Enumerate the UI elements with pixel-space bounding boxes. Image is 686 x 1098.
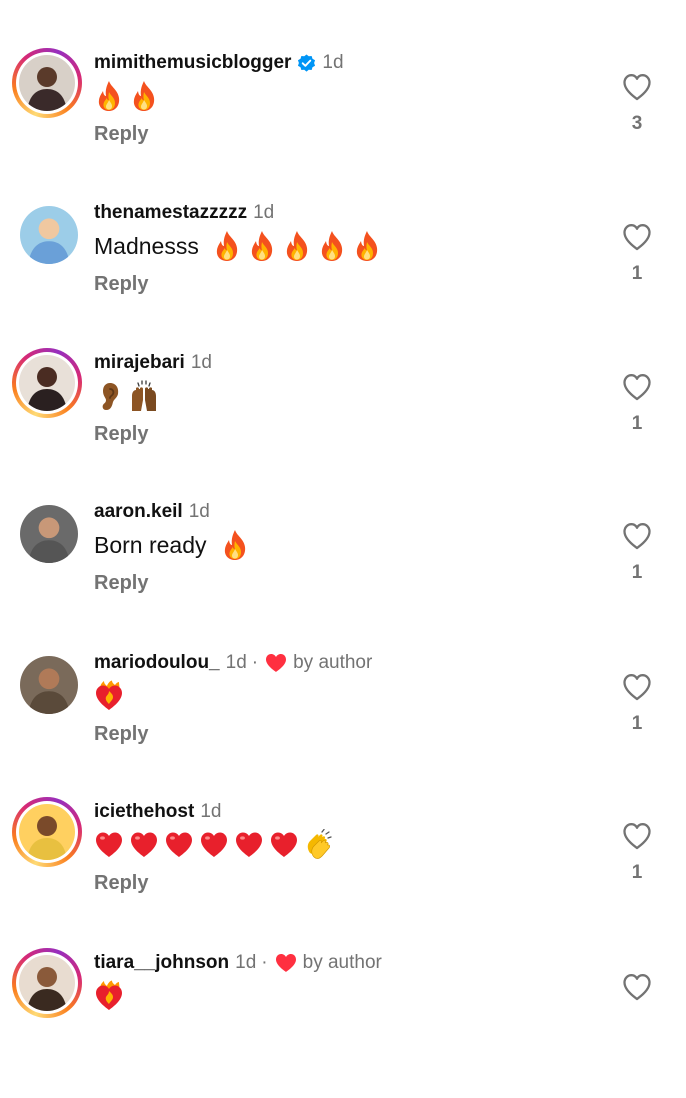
comment-text-content: Born ready bbox=[94, 531, 207, 558]
username[interactable]: iciethehost bbox=[94, 801, 194, 823]
raised-hands-emoji-icon bbox=[129, 380, 159, 412]
clapping-emoji-icon bbox=[304, 828, 334, 861]
timestamp: 1d bbox=[235, 952, 257, 973]
avatar[interactable] bbox=[20, 206, 78, 264]
comment-text bbox=[94, 378, 159, 414]
comment-item: iciethehost 1d Reply 1 bbox=[0, 797, 686, 947]
like-count[interactable]: 1 bbox=[622, 713, 652, 735]
fire-emoji-icon bbox=[247, 230, 277, 262]
liked-by-author-label: by author bbox=[302, 952, 382, 973]
like-heart-icon[interactable] bbox=[622, 373, 652, 401]
timestamp: 1d bbox=[322, 52, 344, 73]
comment-header: iciethehost 1d bbox=[94, 798, 221, 826]
username[interactable]: thenamestazzzzz bbox=[94, 202, 247, 224]
reply-button[interactable]: Reply bbox=[94, 872, 148, 895]
fire-emoji-icon bbox=[94, 80, 124, 112]
reply-button[interactable]: Reply bbox=[94, 273, 148, 296]
username[interactable]: mariodoulou_ bbox=[94, 652, 220, 674]
like-heart-icon[interactable] bbox=[622, 522, 652, 550]
avatar[interactable] bbox=[19, 804, 75, 860]
fire-emoji-icon bbox=[220, 529, 250, 561]
comment-text bbox=[94, 678, 124, 714]
fire-emoji-icon bbox=[317, 230, 347, 262]
like-heart-icon[interactable] bbox=[622, 973, 652, 1001]
comment-header: mimithemusicblogger 1d bbox=[94, 49, 344, 77]
username[interactable]: mirajebari bbox=[94, 352, 185, 374]
like-count[interactable]: 1 bbox=[622, 862, 652, 884]
ear-emoji-icon bbox=[94, 380, 124, 412]
comment-text bbox=[94, 978, 124, 1014]
comment-item: thenamestazzzzz 1d Madnesss Reply 1 bbox=[0, 198, 686, 348]
reply-button[interactable]: Reply bbox=[94, 423, 148, 446]
comment-text: Born ready bbox=[94, 527, 250, 563]
red-heart-emoji-icon bbox=[129, 829, 159, 861]
comment-item: mimithemusicblogger 1d Reply 3 bbox=[0, 48, 686, 198]
comment-header: mirajebari 1d bbox=[94, 349, 212, 377]
avatar[interactable] bbox=[19, 55, 75, 111]
comment-item: mariodoulou_ 1d · by author Reply 1 bbox=[0, 648, 686, 798]
separator-dot: · bbox=[251, 652, 259, 673]
timestamp: 1d bbox=[253, 202, 275, 223]
comment-item: mirajebari 1d Reply 1 bbox=[0, 348, 686, 498]
heart-on-fire-emoji-icon bbox=[94, 680, 124, 712]
heart-on-fire-emoji-icon bbox=[94, 980, 124, 1012]
username[interactable]: tiara__johnson bbox=[94, 952, 229, 974]
red-heart-emoji-icon bbox=[234, 829, 264, 861]
avatar[interactable] bbox=[20, 656, 78, 714]
comment-item: tiara__johnson 1d · by author bbox=[0, 948, 686, 1098]
red-heart-emoji-icon bbox=[94, 829, 124, 861]
comment-header: tiara__johnson 1d · by author bbox=[94, 949, 382, 977]
comment-text-content: Madnesss bbox=[94, 232, 199, 259]
comment-header: mariodoulou_ 1d · by author bbox=[94, 649, 372, 677]
comment-header: thenamestazzzzz 1d bbox=[94, 199, 274, 227]
fire-emoji-icon bbox=[282, 230, 312, 262]
comment-item: aaron.keil 1d Born ready Reply 1 bbox=[0, 497, 686, 647]
comment-text bbox=[94, 827, 334, 863]
like-heart-icon[interactable] bbox=[622, 822, 652, 850]
red-heart-emoji-icon bbox=[164, 829, 194, 861]
comment-text: Madnesss bbox=[94, 228, 382, 264]
like-heart-icon[interactable] bbox=[622, 73, 652, 101]
username[interactable]: mimithemusicblogger bbox=[94, 52, 291, 74]
avatar[interactable] bbox=[19, 955, 75, 1011]
liked-by-author-label: by author bbox=[293, 652, 373, 673]
like-heart-icon[interactable] bbox=[622, 223, 652, 251]
fire-emoji-icon bbox=[212, 230, 242, 262]
verified-badge-icon bbox=[297, 53, 316, 73]
reply-button[interactable]: Reply bbox=[94, 123, 148, 146]
like-count[interactable]: 3 bbox=[622, 113, 652, 135]
like-count[interactable]: 1 bbox=[622, 413, 652, 435]
username[interactable]: aaron.keil bbox=[94, 501, 183, 523]
separator-dot: · bbox=[261, 952, 268, 973]
fire-emoji-icon bbox=[352, 230, 382, 262]
avatar[interactable] bbox=[20, 505, 78, 563]
author-heart-icon bbox=[265, 653, 287, 673]
reply-button[interactable]: Reply bbox=[94, 723, 148, 746]
author-heart-icon bbox=[275, 953, 297, 973]
timestamp: 1d bbox=[190, 352, 212, 373]
red-heart-emoji-icon bbox=[269, 829, 299, 861]
comment-text bbox=[94, 78, 159, 114]
comment-header: aaron.keil 1d bbox=[94, 498, 210, 526]
reply-button[interactable]: Reply bbox=[94, 572, 148, 595]
timestamp: 1d bbox=[200, 801, 222, 822]
avatar[interactable] bbox=[19, 355, 75, 411]
like-heart-icon[interactable] bbox=[622, 673, 652, 701]
fire-emoji-icon bbox=[129, 80, 159, 112]
timestamp: 1d bbox=[188, 501, 210, 522]
like-count[interactable]: 1 bbox=[622, 562, 652, 584]
like-count[interactable]: 1 bbox=[622, 263, 652, 285]
red-heart-emoji-icon bbox=[199, 829, 229, 861]
timestamp: 1d bbox=[225, 652, 247, 673]
